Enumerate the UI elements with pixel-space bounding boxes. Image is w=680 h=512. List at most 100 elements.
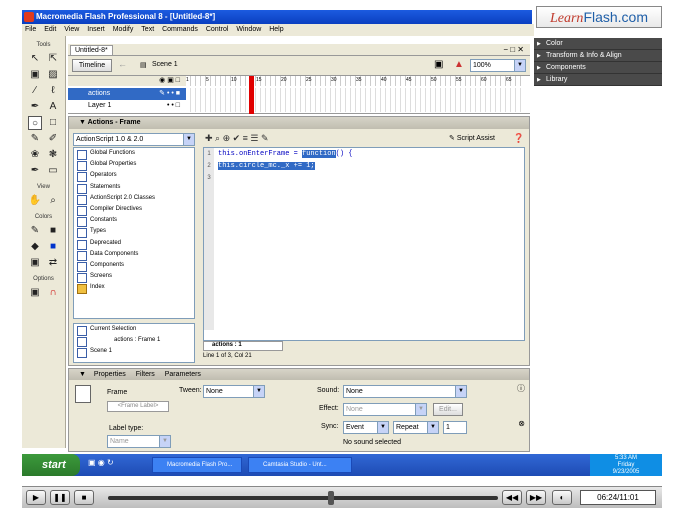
sync-select[interactable]: Event ▼ — [343, 421, 389, 434]
tween-select[interactable]: None ▼ — [203, 385, 265, 398]
effect-select[interactable]: None ▼ — [343, 403, 427, 416]
list-item[interactable]: Statements — [74, 182, 194, 194]
close-icon[interactable]: ⊗ — [518, 419, 525, 428]
list-item[interactable]: Operators — [74, 170, 194, 183]
tree-item-actions-frame[interactable]: actions : Frame 1 — [74, 335, 194, 348]
edit-symbols-icon[interactable]: ▲ — [454, 59, 464, 70]
free-transform-tool-icon[interactable]: ▣ — [28, 68, 42, 82]
panel-components[interactable]: Components — [534, 62, 662, 74]
hand-tool-icon[interactable]: ✋ — [28, 194, 42, 208]
subselection-tool-icon[interactable]: ⇱ — [46, 52, 60, 66]
tab-properties[interactable]: Properties — [94, 371, 126, 378]
swap-colors-icon[interactable]: ⇄ — [46, 256, 60, 270]
menu-control[interactable]: Control — [206, 26, 229, 33]
tree-item-scene[interactable]: Scene 1 — [74, 346, 194, 359]
list-item[interactable]: Deprecated — [74, 238, 194, 250]
line-tool-icon[interactable]: ∕ — [28, 84, 42, 98]
list-item[interactable]: Index — [74, 282, 194, 295]
fill-color-icon[interactable]: ◆ — [28, 240, 42, 254]
help-icon[interactable]: ❓ — [513, 133, 524, 144]
object-drawing-icon[interactable]: ▣ — [28, 286, 42, 300]
ink-bottle-tool-icon[interactable]: ❀ — [28, 148, 42, 162]
repeat-count-input[interactable]: 1 — [443, 421, 467, 434]
tree-item-current-selection[interactable]: Current Selection — [74, 324, 194, 337]
edit-button[interactable]: Edit... — [433, 403, 463, 416]
playhead[interactable] — [249, 76, 254, 114]
eraser-tool-icon[interactable]: ▭ — [46, 164, 60, 178]
script-editor[interactable]: 1 2 3 this.onEnterFrame = function() { t… — [203, 147, 525, 341]
list-item[interactable]: Constants — [74, 215, 194, 228]
document-tab[interactable]: Untitled-8* — [70, 45, 113, 55]
layer-1-dots[interactable]: • • □ — [167, 100, 180, 112]
menu-text[interactable]: Text — [141, 26, 154, 33]
list-item[interactable]: Screens — [74, 271, 194, 284]
fill-swatch[interactable]: ■ — [46, 240, 60, 254]
menu-view[interactable]: View — [64, 26, 79, 33]
actionscript-version-select[interactable]: ActionScript 1.0 & 2.0 ▼ — [73, 133, 195, 146]
quick-launch-icons[interactable]: ▣ ◉ ↻ — [88, 458, 114, 467]
script-assist-toggle[interactable]: ✎ Script Assist — [449, 134, 495, 142]
menu-help[interactable]: Help — [269, 26, 283, 33]
play-icon[interactable]: ▶ — [26, 490, 46, 505]
zoom-tool-icon[interactable]: ⌕ — [46, 194, 60, 208]
list-item[interactable]: Global Functions — [74, 148, 194, 161]
menu-commands[interactable]: Commands — [162, 26, 198, 33]
layer-actions[interactable]: actions ✎ • • ■ — [68, 88, 186, 100]
panel-transform[interactable]: Transform & Info & Align — [534, 50, 662, 62]
menu-window[interactable]: Window — [236, 26, 261, 33]
paint-bucket-tool-icon[interactable]: ❃ — [46, 148, 60, 162]
lasso-tool-icon[interactable]: ℓ — [46, 84, 60, 98]
seek-bar[interactable] — [108, 496, 498, 500]
menu-edit[interactable]: Edit — [44, 26, 56, 33]
list-item[interactable]: Data Components — [74, 249, 194, 261]
zoom-select[interactable]: 100% ▼ — [470, 59, 526, 72]
brush-tool-icon[interactable]: ✐ — [46, 132, 60, 146]
code-text[interactable]: this.onEnterFrame = function() { this.ci… — [218, 148, 352, 184]
panel-library[interactable]: Library — [534, 74, 662, 86]
gradient-transform-tool-icon[interactable]: ▨ — [46, 68, 60, 82]
stroke-color-icon[interactable]: ✎ — [28, 224, 42, 238]
panel-color[interactable]: Color — [534, 38, 662, 50]
rectangle-tool-icon[interactable]: □ — [46, 116, 60, 130]
eyedropper-tool-icon[interactable]: ✒ — [28, 164, 42, 178]
back-arrow-icon[interactable]: ← — [118, 59, 127, 69]
layer-actions-dots[interactable]: ✎ • • ■ — [159, 88, 180, 100]
start-button[interactable]: start — [22, 454, 80, 476]
menu-file[interactable]: File — [25, 26, 36, 33]
list-item[interactable]: Types — [74, 226, 194, 239]
list-item[interactable]: Components — [74, 260, 194, 273]
actions-panel-header[interactable]: ▼ Actions - Frame — [69, 117, 529, 129]
help-icon[interactable]: ⓘ — [517, 383, 525, 394]
tab-filters[interactable]: Filters — [136, 371, 155, 378]
menu-modify[interactable]: Modify — [113, 26, 134, 33]
edit-scene-icon[interactable]: ▣ — [434, 59, 443, 70]
timeline-button[interactable]: Timeline — [72, 59, 112, 72]
actions-toolbar-icons[interactable]: ✚ ⌕ ⊕ ✔ ≡ ☰ ✎ — [205, 133, 269, 144]
label-type-select[interactable]: Name ▼ — [107, 435, 171, 448]
pause-icon[interactable]: ❚❚ — [50, 490, 70, 505]
pen-tool-icon[interactable]: ✒ — [28, 100, 42, 114]
oval-tool-icon[interactable]: ○ — [28, 116, 42, 130]
window-controls-icon[interactable]: − □ ✕ — [503, 45, 524, 54]
script-tab[interactable]: actions : 1 — [203, 341, 283, 351]
black-white-icon[interactable]: ▣ — [28, 256, 42, 270]
repeat-select[interactable]: Repeat ▼ — [393, 421, 439, 434]
stroke-swatch[interactable]: ■ — [46, 224, 60, 238]
list-item[interactable]: Global Properties — [74, 159, 194, 172]
layer-header-icons[interactable]: ◉ ▣ □ — [68, 76, 186, 86]
snap-to-objects-icon[interactable]: ∩ — [46, 286, 60, 300]
layer-1[interactable]: Layer 1 • • □ — [68, 100, 186, 112]
frame-label-input[interactable]: <Frame Label> — [107, 401, 169, 412]
taskbar-camtasia[interactable]: Camtasia Studio - Unt... — [248, 457, 352, 473]
text-tool-icon[interactable]: A — [46, 100, 60, 114]
fast-forward-icon[interactable]: ▶▶ — [526, 490, 546, 505]
pencil-tool-icon[interactable]: ✎ — [28, 132, 42, 146]
tab-parameters[interactable]: Parameters — [165, 371, 201, 378]
taskbar-flash[interactable]: Macromedia Flash Pro... — [152, 457, 242, 473]
stop-icon[interactable]: ■ — [74, 490, 94, 505]
timeline-ruler[interactable]: 1 5 10 15 20 25 30 35 40 45 50 55 60 65 — [186, 76, 524, 86]
volume-icon[interactable]: ◐ — [552, 490, 572, 505]
seek-handle[interactable] — [328, 491, 334, 505]
sound-select[interactable]: None ▼ — [343, 385, 467, 398]
layer-actions-frames[interactable] — [186, 88, 524, 100]
